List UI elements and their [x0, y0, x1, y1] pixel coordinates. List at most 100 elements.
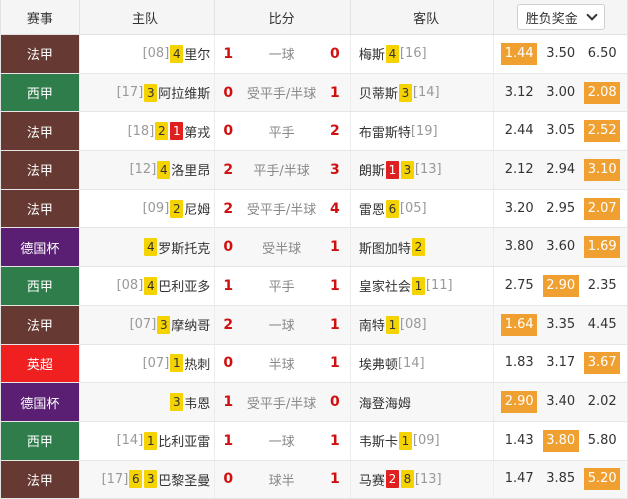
odds-draw[interactable]: 3.60	[543, 236, 579, 258]
league-badge[interactable]: 法甲	[1, 35, 79, 73]
away-team-cell[interactable]: 埃弗顿 [14]	[349, 344, 494, 383]
home-team-name[interactable]: 摩纳哥	[171, 315, 210, 334]
odds-lose[interactable]: 2.52	[584, 120, 621, 143]
table-row[interactable]: 德国杯 3 韦恩 1 受平手/半球 0 海登海姆 2.90 3.40 2.02	[1, 383, 628, 422]
odds-win[interactable]: 2.75	[501, 275, 537, 297]
away-team-name[interactable]: 韦斯卡	[359, 431, 398, 450]
odds-win[interactable]: 3.20	[501, 198, 537, 220]
odds-win[interactable]: 3.80	[501, 236, 537, 258]
table-row[interactable]: 法甲 [08] 4 里尔 1 一球 0 梅斯 4 [16] 1.44 3.50 6.50	[1, 35, 627, 74]
away-team-name[interactable]: 南特	[359, 315, 385, 334]
away-team-name[interactable]: 梅斯	[359, 44, 385, 63]
league-badge[interactable]: 法甲	[1, 151, 79, 189]
odds-draw[interactable]: 3.85	[543, 468, 579, 490]
odds-draw[interactable]: 3.00	[543, 82, 579, 104]
odds-lose[interactable]: 5.20	[584, 468, 621, 491]
odds-lose[interactable]: 1.69	[584, 236, 621, 259]
odds-lose[interactable]: 3.67	[584, 352, 621, 375]
away-team-name[interactable]: 布雷斯特	[359, 122, 411, 141]
home-team-cell[interactable]: [08] 4 巴利亚多	[78, 267, 215, 305]
odds-draw[interactable]: 3.40	[543, 391, 579, 413]
away-team-name[interactable]: 朗斯	[359, 160, 385, 179]
odds-lose[interactable]: 2.35	[584, 275, 620, 297]
league-badge[interactable]: 西甲	[1, 73, 79, 112]
home-team-name[interactable]: 第戎	[184, 122, 210, 141]
odds-win[interactable]: 1.47	[501, 468, 537, 490]
odds-lose[interactable]: 3.10	[584, 158, 621, 181]
league-badge[interactable]: 法甲	[1, 189, 79, 228]
away-team-cell[interactable]: 朗斯 1 3 [13]	[349, 151, 494, 189]
odds-win[interactable]: 1.44	[501, 42, 538, 65]
away-team-cell[interactable]: 皇家社会 1 [11]	[349, 267, 494, 305]
away-team-name[interactable]: 斯图加特	[359, 238, 411, 257]
away-team-name[interactable]: 皇家社会	[359, 276, 411, 295]
odds-win[interactable]: 3.12	[501, 82, 537, 104]
away-team-cell[interactable]: 梅斯 4 [16]	[349, 35, 494, 73]
odds-type-select[interactable]: 胜负奖金	[516, 4, 605, 30]
league-badge[interactable]: 德国杯	[1, 228, 79, 267]
home-team-cell[interactable]: [12] 4 洛里昂	[78, 151, 215, 189]
odds-lose[interactable]: 2.02	[584, 391, 620, 413]
home-team-cell[interactable]: [18] 2 1 第戎	[78, 112, 215, 151]
odds-lose[interactable]: 6.50	[584, 43, 620, 65]
home-team-cell[interactable]: [09] 2 尼姆	[78, 189, 215, 228]
home-team-name[interactable]: 尼姆	[184, 199, 210, 218]
away-team-cell[interactable]: 马赛 2 8 [13]	[349, 460, 494, 499]
away-team-cell[interactable]: 南特 1 [08]	[349, 305, 494, 344]
away-team-name[interactable]: 马赛	[359, 470, 385, 489]
home-team-cell[interactable]: [17] 3 阿拉维斯	[78, 73, 215, 112]
table-row[interactable]: 西甲 [08] 4 巴利亚多 1 平手 1 皇家社会 1 [11] 2.75 2.90 2.35	[1, 267, 627, 306]
odds-draw[interactable]: 3.17	[543, 352, 579, 374]
table-row[interactable]: 西甲 [17] 3 阿拉维斯 0 受平手/半球 1 贝蒂斯 3 [14] 3.12 3.00 2.08	[1, 73, 628, 113]
league-badge[interactable]: 法甲	[1, 460, 79, 499]
home-team-cell[interactable]: 4 罗斯托克	[78, 228, 215, 267]
odds-win[interactable]: 2.90	[501, 391, 538, 414]
home-team-cell[interactable]: 3 韦恩	[78, 383, 215, 421]
home-team-name[interactable]: 巴黎圣曼	[158, 470, 210, 489]
table-row[interactable]: 西甲 [14] 1 比利亚雷 1 一球 1 韦斯卡 1 [09] 1.43 3.80 5.80	[1, 421, 627, 461]
odds-win[interactable]: 1.43	[501, 430, 537, 452]
odds-win[interactable]: 1.64	[501, 313, 538, 336]
home-team-name[interactable]: 比利亚雷	[158, 431, 210, 450]
table-row[interactable]: 法甲 [12] 4 洛里昂 2 平手/半球 3 朗斯 1 3 [13] 2.12 2.94 3.10	[1, 151, 628, 190]
odds-lose[interactable]: 4.45	[584, 314, 620, 336]
away-team-name[interactable]: 海登海姆	[359, 393, 411, 412]
away-team-cell[interactable]: 韦斯卡 1 [09]	[349, 421, 494, 460]
table-row[interactable]: 法甲 [09] 2 尼姆 2 受平手/半球 4 雷恩 6 [05] 3.20 2.95 2.07	[1, 189, 627, 229]
table-row[interactable]: 英超 [07] 1 热刺 0 半球 1 埃弗顿 [14] 1.83 3.17 3.67	[1, 344, 627, 384]
table-row[interactable]: 法甲 [07] 3 摩纳哥 2 一球 1 南特 1 [08] 1.64 3.35 4.45	[1, 305, 628, 345]
home-team-name[interactable]: 巴利亚多	[158, 276, 210, 295]
odds-win[interactable]: 2.44	[501, 120, 537, 142]
away-team-name[interactable]: 埃弗顿	[359, 354, 398, 373]
table-row[interactable]: 法甲 [18] 2 1 第戎 0 平手 2 布雷斯特 [19] 2.44 3.05 2.52	[1, 112, 627, 152]
odds-lose[interactable]: 2.08	[584, 81, 621, 104]
away-team-name[interactable]: 雷恩	[359, 199, 385, 218]
home-team-cell[interactable]: [07] 1 热刺	[78, 344, 215, 383]
league-badge[interactable]: 西甲	[1, 421, 79, 460]
odds-win[interactable]: 2.12	[501, 159, 537, 181]
league-badge[interactable]: 德国杯	[1, 383, 79, 421]
away-team-cell[interactable]: 斯图加特 2	[349, 228, 494, 267]
odds-draw[interactable]: 2.90	[542, 274, 579, 297]
odds-draw[interactable]: 3.50	[543, 43, 579, 65]
home-team-name[interactable]: 里尔	[184, 44, 210, 63]
home-team-name[interactable]: 阿拉维斯	[158, 83, 210, 102]
odds-lose[interactable]: 2.07	[584, 197, 621, 220]
home-team-cell[interactable]: [17] 6 3 巴黎圣曼	[78, 460, 215, 499]
table-row[interactable]: 德国杯 4 罗斯托克 0 受半球 1 斯图加特 2 3.80 3.60 1.69	[1, 228, 628, 268]
league-badge[interactable]: 法甲	[1, 112, 79, 151]
league-badge[interactable]: 法甲	[1, 305, 79, 344]
home-team-cell[interactable]: [07] 3 摩纳哥	[78, 305, 215, 344]
home-team-name[interactable]: 热刺	[184, 354, 210, 373]
away-team-cell[interactable]: 海登海姆	[349, 383, 494, 421]
league-badge[interactable]: 西甲	[1, 267, 79, 305]
league-badge[interactable]: 英超	[1, 344, 79, 383]
odds-lose[interactable]: 5.80	[584, 430, 620, 452]
home-team-cell[interactable]: [14] 1 比利亚雷	[78, 421, 215, 460]
away-team-name[interactable]: 贝蒂斯	[359, 83, 398, 102]
odds-draw[interactable]: 3.05	[543, 120, 579, 142]
odds-draw[interactable]: 2.95	[543, 198, 579, 220]
away-team-cell[interactable]: 雷恩 6 [05]	[349, 189, 494, 228]
home-team-name[interactable]: 洛里昂	[171, 160, 210, 179]
away-team-cell[interactable]: 贝蒂斯 3 [14]	[349, 73, 494, 112]
